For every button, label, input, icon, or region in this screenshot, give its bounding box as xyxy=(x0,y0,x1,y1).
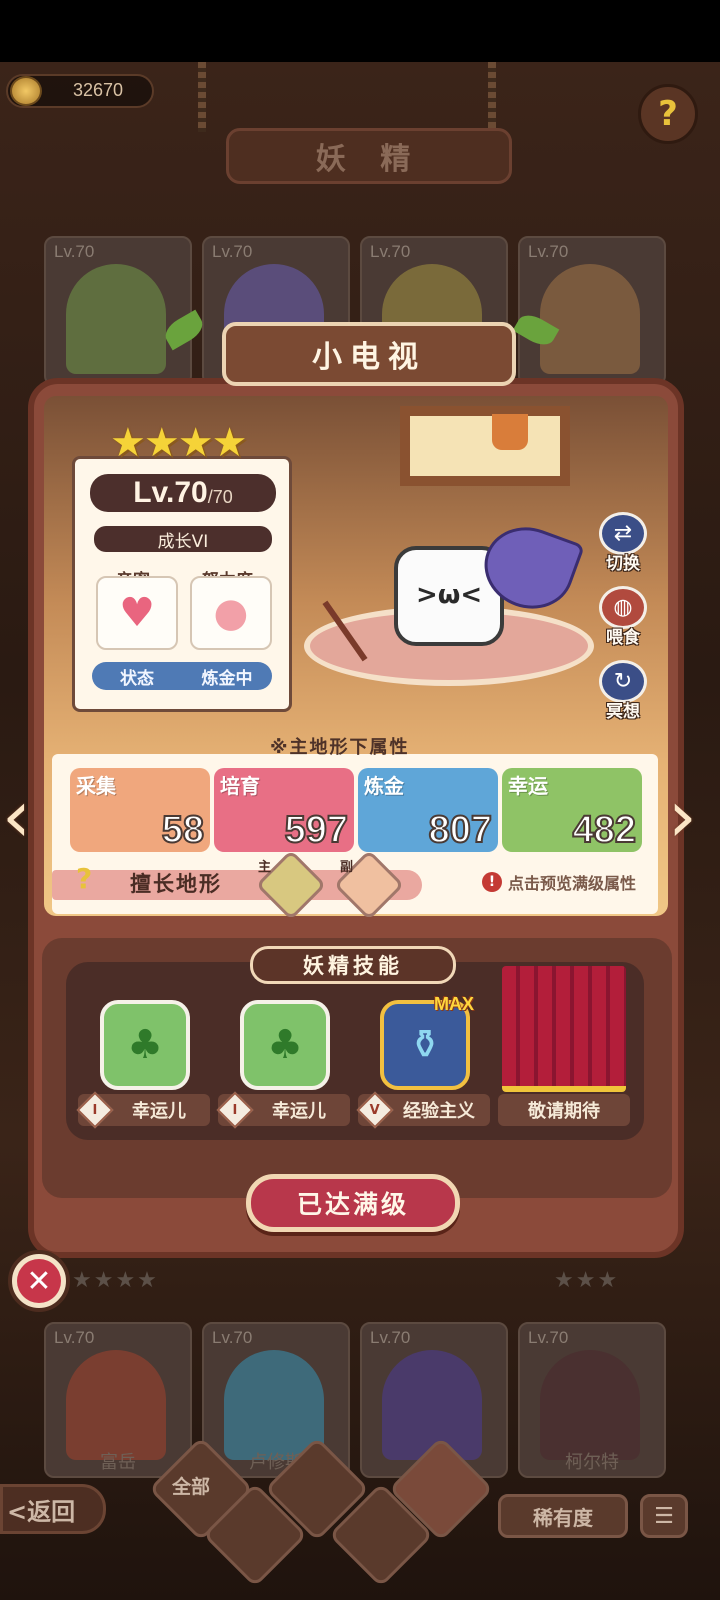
blush-face-icon: ● xyxy=(213,590,249,636)
effort-box[interactable]: ● xyxy=(190,576,272,650)
switch-button[interactable]: ⇄ 切换 xyxy=(592,512,654,574)
rope-right xyxy=(488,62,496,132)
skill-slot-3[interactable]: ⚱ V 经验主义 xyxy=(356,996,492,1129)
skill-name: 经验主义 xyxy=(403,1101,475,1122)
feed-label: 喂食 xyxy=(606,628,640,648)
fairy-card-level: Lv.70 xyxy=(528,1328,569,1347)
switch-label: 切换 xyxy=(606,554,640,574)
fairy-grid-bottom: Lv.70 富岳 Lv.70 卢修斯 Lv.70 Lv.70 柯尔特 xyxy=(40,1322,680,1482)
fairy-portrait xyxy=(540,264,640,374)
star-rating: ★★★★ xyxy=(110,420,247,466)
fairy-card-level: Lv.70 xyxy=(212,1328,253,1347)
status-label: 状态 xyxy=(120,668,154,689)
fairy-card[interactable]: Lv.70 富岳 xyxy=(44,1322,192,1478)
close-icon: ✕ xyxy=(17,1259,61,1303)
skill-name-bar: 敬请期待 xyxy=(498,1094,630,1126)
skill-slot-2[interactable]: ♣ I 幸运儿 xyxy=(216,996,352,1129)
rarity-sort-button[interactable]: 稀有度 xyxy=(498,1494,628,1538)
attribute-name: 炼金 xyxy=(364,774,404,798)
alert-icon: ! xyxy=(482,872,502,892)
attribute-value: 807 xyxy=(428,808,493,852)
meditate-button[interactable]: ↻ 冥想 xyxy=(592,660,654,722)
attribute-card-luck: 幸运 482 xyxy=(502,768,642,852)
attribute-name: 采集 xyxy=(76,774,116,798)
back-button[interactable]: <返回 xyxy=(0,1484,106,1534)
fairy-card-level: Lv.70 xyxy=(54,242,95,261)
currency-box[interactable]: 32670 xyxy=(6,74,154,108)
clover-icon: ♣ xyxy=(100,1000,190,1090)
fairy-card-level: Lv.70 xyxy=(212,242,253,261)
attribute-name: 培育 xyxy=(220,774,260,798)
rope-left xyxy=(198,62,206,132)
skill-title: 妖精技能 xyxy=(250,946,456,984)
skill-name-bar: I 幸运儿 xyxy=(76,1091,210,1129)
terrain-label: 擅长地形 xyxy=(130,872,222,896)
skill-name: 敬请期待 xyxy=(528,1101,600,1122)
attribute-name: 幸运 xyxy=(508,774,548,798)
skill-slot-4: 敬请期待 xyxy=(496,996,632,1128)
status-row: 状态 炼金中 xyxy=(92,662,272,690)
prev-arrow-icon[interactable]: ‹ xyxy=(2,776,42,856)
close-button[interactable]: ✕ xyxy=(8,1250,70,1312)
fairy-card[interactable]: Lv.70 xyxy=(518,236,666,386)
skill-slot-1[interactable]: ♣ I 幸运儿 xyxy=(76,996,212,1129)
fairy-card-name: 柯尔特 xyxy=(565,1452,619,1473)
growth-label: 成长VI xyxy=(94,526,272,552)
fairy-name-banner: 小电视 xyxy=(222,322,516,386)
sprout-icon: ? xyxy=(76,862,93,895)
terrain-main-tag: 主 xyxy=(258,860,272,875)
max-badge: MAX xyxy=(434,994,474,1014)
sort-icon[interactable]: ☰ xyxy=(640,1494,688,1538)
intimacy-box[interactable]: ♥ xyxy=(96,576,178,650)
attribute-card-gather: 采集 58 xyxy=(70,768,210,852)
next-arrow-icon[interactable]: › xyxy=(668,776,708,856)
meditate-label: 冥想 xyxy=(606,702,640,722)
skill-name: 幸运儿 xyxy=(132,1101,186,1122)
help-button[interactable]: ? xyxy=(638,84,698,144)
fairy-card-level: Lv.70 xyxy=(370,242,411,261)
skill-name: 幸运儿 xyxy=(272,1101,326,1122)
tv-face-icon: >ω< xyxy=(416,580,483,610)
status-value: 炼金中 xyxy=(201,668,253,689)
fairy-portrait xyxy=(66,1350,166,1460)
fairy-card[interactable]: Lv.70 xyxy=(44,236,192,386)
fairy-portrait xyxy=(382,1350,482,1460)
feed-button[interactable]: ◍ 喂食 xyxy=(592,586,654,648)
fairy-card-level: Lv.70 xyxy=(528,242,569,261)
filter-all-label: 全部 xyxy=(172,1476,211,1498)
terrain-sub-tag: 副 xyxy=(340,860,354,875)
fairy-card-stars: ★★★ xyxy=(554,1268,620,1293)
attribute-title: ※主地形下属性 xyxy=(270,737,410,758)
skill-name-bar: V 经验主义 xyxy=(356,1091,490,1129)
level-bar: Lv.70 /70 xyxy=(90,474,276,512)
maxed-level-button[interactable]: 已达满级 xyxy=(246,1174,460,1232)
attribute-value: 482 xyxy=(572,808,637,852)
full-level-preview-link[interactable]: ! 点击预览满级属性 xyxy=(482,870,636,894)
fairy-portrait xyxy=(540,1350,640,1460)
skill-name-bar: I 幸运儿 xyxy=(216,1091,350,1129)
currency-amount: 32670 xyxy=(72,80,124,100)
attribute-card-alchemy: 炼金 807 xyxy=(358,768,498,852)
window-decoration xyxy=(400,406,570,486)
fairy-card[interactable]: Lv.70 柯尔特 xyxy=(518,1322,666,1478)
attribute-value: 597 xyxy=(284,808,349,852)
attribute-value: 58 xyxy=(161,808,205,852)
level-max: /70 xyxy=(207,486,233,507)
fairy-card-level: Lv.70 xyxy=(370,1328,411,1347)
attribute-card-nurture: 培育 597 xyxy=(214,768,354,852)
preview-hint: 点击预览满级属性 xyxy=(508,874,637,893)
heart-icon: ♥ xyxy=(119,590,155,636)
fairy-portrait xyxy=(66,264,166,374)
coin-icon xyxy=(10,76,42,106)
fairy-card-stars: ★★★★ xyxy=(72,1268,159,1293)
plant-pot-icon xyxy=(492,414,528,450)
page-title: 妖 精 xyxy=(226,128,512,184)
clover-icon: ♣ xyxy=(240,1000,330,1090)
question-icon: ? xyxy=(658,94,678,134)
status-bar xyxy=(0,0,720,62)
fairy-card-level: Lv.70 xyxy=(54,1328,95,1347)
level-value: Lv.70 xyxy=(133,476,208,509)
